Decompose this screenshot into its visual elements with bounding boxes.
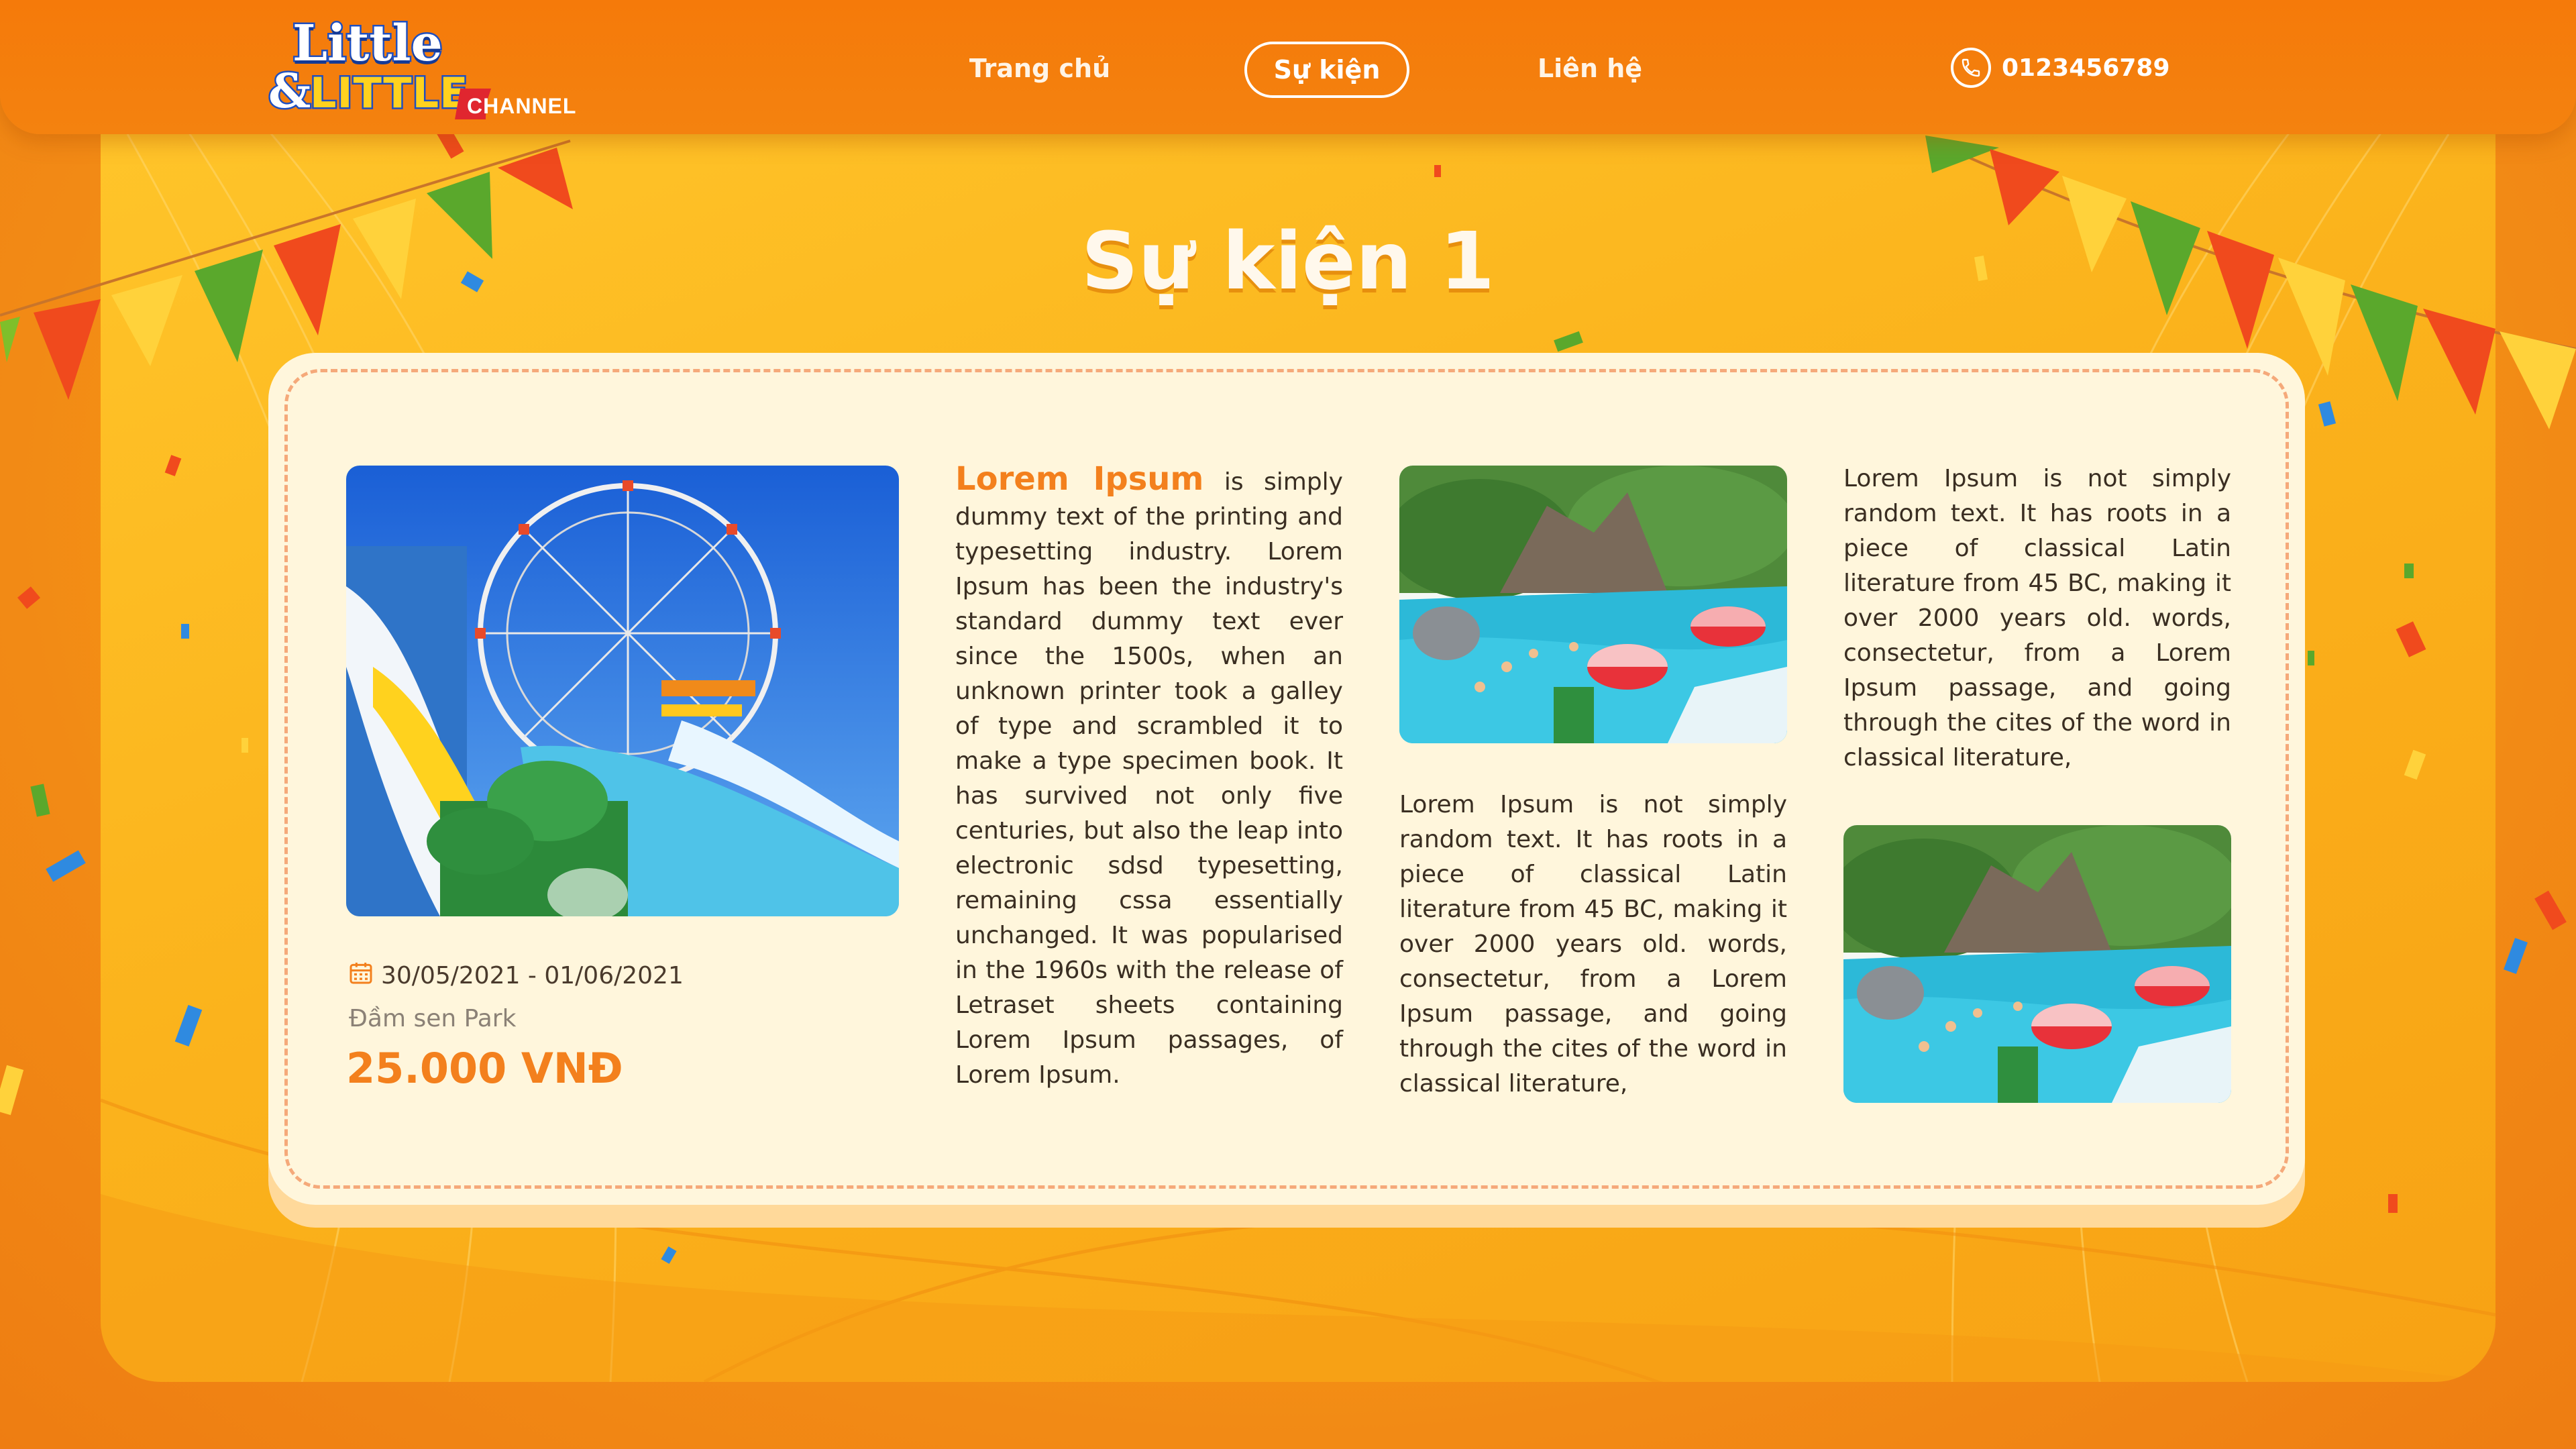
event-main-image xyxy=(346,466,899,916)
logo-text-big: LITTLE xyxy=(308,67,469,119)
event-date-row: 30/05/2021 - 01/06/2021 xyxy=(347,959,684,992)
top-navigation-bar: Little & LITTLE CHANNEL Trang chủ Sự kiệ… xyxy=(0,0,2576,134)
brand-logo[interactable]: Little & LITTLE CHANNEL xyxy=(266,13,577,121)
logo-ampersand: & xyxy=(266,62,312,121)
event-location: Đầm sen Park xyxy=(349,1005,517,1032)
event-pool-image-1 xyxy=(1399,466,1787,743)
logo-channel-label: CHANNEL xyxy=(467,94,577,118)
nav-events-link[interactable]: Sự kiện xyxy=(1244,42,1409,98)
calendar-icon xyxy=(347,959,374,992)
phone-number: 0123456789 xyxy=(2002,54,2170,82)
nav-contact-link[interactable]: Liên hệ xyxy=(1516,42,1664,95)
description-column-3: Lorem Ipsum is not simply random text. I… xyxy=(1843,465,2231,771)
event-price: 25.000 VNĐ xyxy=(346,1044,623,1093)
phone-icon xyxy=(1951,48,1991,88)
description-body-1: is simply dummy text of the printing and… xyxy=(955,468,1343,1089)
phone-contact[interactable]: 0123456789 xyxy=(1951,44,2170,91)
description-column-1: Lorem Ipsum is simply dummy text of the … xyxy=(955,462,1343,1093)
description-column-2: Lorem Ipsum is not simply random text. I… xyxy=(1399,791,1787,1097)
event-pool-image-2 xyxy=(1843,825,2231,1103)
nav-home-link[interactable]: Trang chủ xyxy=(959,42,1120,95)
description-lead: Lorem Ipsum xyxy=(955,460,1204,498)
page-title: Sự kiện 1 xyxy=(1081,215,1495,307)
event-date-range: 30/05/2021 - 01/06/2021 xyxy=(381,962,684,989)
logo-text-little: Little xyxy=(291,13,445,74)
event-detail-card: 30/05/2021 - 01/06/2021 Đầm sen Park 25.… xyxy=(268,353,2305,1205)
